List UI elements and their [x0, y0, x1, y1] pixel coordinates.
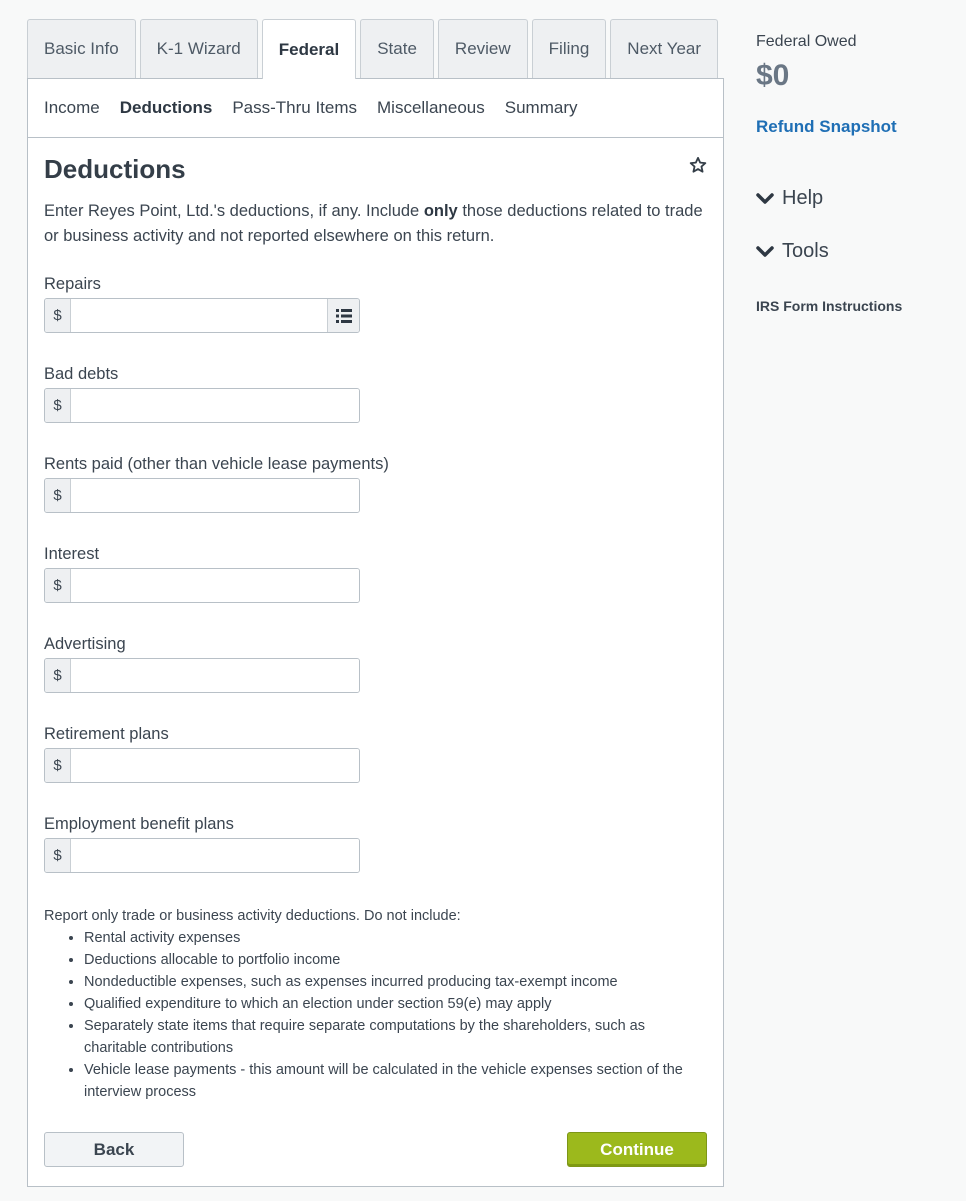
field-repairs: Repairs $ [44, 275, 707, 333]
tab-federal[interactable]: Federal [261, 19, 357, 79]
subnav-summary[interactable]: Summary [505, 98, 578, 118]
advertising-input-group: $ [44, 658, 360, 693]
chevron-down-icon [756, 245, 774, 257]
list-icon [335, 308, 352, 323]
interest-input[interactable] [71, 569, 359, 602]
currency-addon: $ [45, 569, 71, 602]
tab-k1-wizard[interactable]: K-1 Wizard [139, 19, 258, 78]
federal-owed-value: $0 [756, 59, 790, 92]
repairs-input[interactable] [71, 299, 327, 332]
tab-basic-info[interactable]: Basic Info [27, 19, 136, 78]
star-icon[interactable] [689, 156, 707, 174]
main-area: Basic Info K-1 Wizard Federal State Revi… [27, 19, 724, 1187]
form-panel: Income Deductions Pass-Thru Items Miscel… [27, 78, 724, 1187]
retirement-plans-input-group: $ [44, 748, 360, 783]
currency-addon: $ [45, 389, 71, 422]
refund-snapshot-link[interactable]: Refund Snapshot [756, 117, 956, 137]
intro-part: Enter Reyes Point, Ltd.'s deductions, if… [44, 202, 424, 220]
field-retirement-plans: Retirement plans $ [44, 725, 707, 783]
tab-review[interactable]: Review [437, 19, 528, 78]
sub-navigation: Income Deductions Pass-Thru Items Miscel… [28, 79, 723, 138]
top-tabs: Basic Info K-1 Wizard Federal State Revi… [27, 19, 724, 79]
list-detail-button[interactable] [327, 299, 359, 332]
currency-addon: $ [45, 839, 71, 872]
list-item: Vehicle lease payments - this amount wil… [84, 1059, 707, 1103]
subnav-miscellaneous[interactable]: Miscellaneous [377, 98, 485, 118]
chevron-down-icon [756, 192, 774, 204]
field-label: Advertising [44, 635, 126, 653]
field-rents-paid: Rents paid (other than vehicle lease pay… [44, 455, 707, 513]
field-label: Retirement plans [44, 725, 169, 743]
currency-addon: $ [45, 479, 71, 512]
tools-label: Tools [782, 240, 829, 262]
form-content: Deductions Enter Reyes Point, Ltd.'s ded… [28, 138, 723, 1117]
bad-debts-input[interactable] [71, 389, 359, 422]
help-toggle[interactable]: Help [756, 187, 956, 210]
field-employment-benefit-plans: Employment benefit plans $ [44, 815, 707, 873]
interest-input-group: $ [44, 568, 360, 603]
rents-paid-input[interactable] [71, 479, 359, 512]
field-label: Rents paid (other than vehicle lease pay… [44, 455, 389, 473]
currency-addon: $ [45, 659, 71, 692]
tab-filing[interactable]: Filing [531, 19, 607, 78]
subnav-pass-thru-items[interactable]: Pass-Thru Items [232, 98, 357, 118]
currency-addon: $ [45, 749, 71, 782]
page-title: Deductions [44, 154, 186, 184]
list-item: Separately state items that require sepa… [84, 1015, 707, 1059]
sidebar: Federal Owed $0 Refund Snapshot Help Too… [756, 30, 956, 314]
subnav-income[interactable]: Income [44, 98, 100, 118]
tools-toggle[interactable]: Tools [756, 240, 956, 263]
employment-benefit-plans-input-group: $ [44, 838, 360, 873]
irs-form-instructions-link[interactable]: IRS Form Instructions [756, 298, 956, 314]
field-label: Employment benefit plans [44, 815, 234, 833]
field-label: Bad debts [44, 365, 119, 383]
rents-paid-input-group: $ [44, 478, 360, 513]
field-interest: Interest $ [44, 545, 707, 603]
list-item: Deductions allocable to portfolio income [84, 949, 707, 971]
field-bad-debts: Bad debts $ [44, 365, 707, 423]
employment-benefit-plans-input[interactable] [71, 839, 359, 872]
list-item: Rental activity expenses [84, 927, 707, 949]
subnav-deductions[interactable]: Deductions [120, 98, 213, 118]
back-button[interactable]: Back [44, 1132, 184, 1167]
intro-emphasis: only [423, 202, 458, 220]
tab-state[interactable]: State [360, 19, 434, 78]
note-heading: Report only trade or business activity d… [44, 908, 461, 924]
currency-addon: $ [45, 299, 71, 332]
bad-debts-input-group: $ [44, 388, 360, 423]
exclusions-note: Report only trade or business activity d… [44, 905, 707, 1103]
field-label: Repairs [44, 275, 101, 293]
retirement-plans-input[interactable] [71, 749, 359, 782]
field-label: Interest [44, 545, 100, 563]
list-item: Nondeductible expenses, such as expenses… [84, 971, 707, 993]
intro-text: Enter Reyes Point, Ltd.'s deductions, if… [44, 199, 707, 249]
advertising-input[interactable] [71, 659, 359, 692]
list-item: Qualified expenditure to which an electi… [84, 993, 707, 1015]
federal-owed-label: Federal Owed [756, 33, 857, 50]
continue-button[interactable]: Continue [567, 1132, 707, 1167]
repairs-input-group: $ [44, 298, 360, 333]
exclusions-list: Rental activity expenses Deductions allo… [44, 927, 707, 1103]
tab-next-year[interactable]: Next Year [610, 19, 719, 78]
help-label: Help [782, 187, 824, 209]
field-advertising: Advertising $ [44, 635, 707, 693]
